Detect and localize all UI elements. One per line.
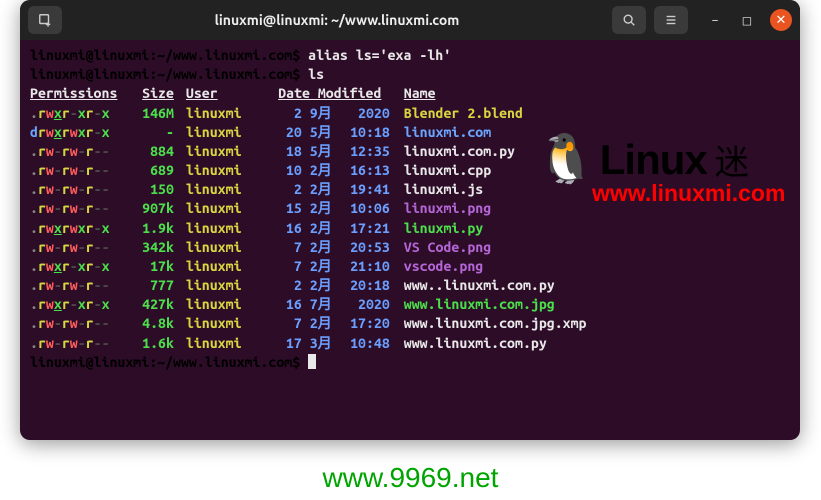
close-button[interactable]: ✕ bbox=[770, 9, 792, 31]
ls-row: .rw-rw-r-- 4.8k linuxmi 7 2月 17:20 www.l… bbox=[30, 314, 790, 333]
new-tab-button[interactable] bbox=[28, 6, 62, 34]
ls-row: .rwxr-xr-x 427k linuxmi 16 7月 2020 www.l… bbox=[30, 295, 790, 314]
maximize-button[interactable]: □ bbox=[738, 12, 756, 29]
minimize-button[interactable]: – bbox=[706, 12, 724, 28]
ls-row: .rw-rw-r-- 150 linuxmi 2 2月 19:41 linuxm… bbox=[30, 180, 790, 199]
ls-row: .rw-rw-r-- 777 linuxmi 2 2月 20:18 www..l… bbox=[30, 276, 790, 295]
window-title: linuxmi@linuxmi: ~/www.linuxmi.com bbox=[70, 12, 604, 28]
cursor bbox=[308, 354, 316, 369]
ls-row: .rw-rw-r-- 689 linuxmi 10 2月 16:13 linux… bbox=[30, 161, 790, 180]
prompt-line: linuxmi@linuxmi:~/www.linuxmi.com$ bbox=[30, 353, 790, 372]
ls-row: drwxrwxr-x - linuxmi 20 5月 10:18 linuxmi… bbox=[30, 123, 790, 142]
ls-row: .rw-rw-r-- 907k linuxmi 15 2月 10:06 linu… bbox=[30, 199, 790, 218]
ls-headers: Permissions Size User Date Modified Name bbox=[30, 84, 790, 103]
ls-row: .rw-rw-r-- 342k linuxmi 7 2月 20:53 VS Co… bbox=[30, 238, 790, 257]
footer-url: www.9969.net bbox=[0, 462, 821, 494]
titlebar: linuxmi@linuxmi: ~/www.linuxmi.com – □ ✕ bbox=[20, 0, 800, 40]
ls-row: .rw-rw-r-- 884 linuxmi 18 5月 12:35 linux… bbox=[30, 142, 790, 161]
ls-row: .rwxr-xr-x 17k linuxmi 7 2月 21:10 vscode… bbox=[30, 257, 790, 276]
terminal-window: linuxmi@linuxmi: ~/www.linuxmi.com – □ ✕… bbox=[20, 0, 800, 440]
search-button[interactable] bbox=[612, 6, 646, 34]
terminal-body[interactable]: linuxmi@linuxmi:~/www.linuxmi.com$ alias… bbox=[20, 40, 800, 378]
ls-row: .rwxrwxr-x 1.9k linuxmi 16 2月 17:21 linu… bbox=[30, 219, 790, 238]
prompt-line: linuxmi@linuxmi:~/www.linuxmi.com$ ls bbox=[30, 65, 790, 84]
prompt-line: linuxmi@linuxmi:~/www.linuxmi.com$ alias… bbox=[30, 46, 790, 65]
ls-row: .rwxr-xr-x 146M linuxmi 2 9月 2020 Blende… bbox=[30, 104, 790, 123]
ls-row: .rw-rw-r-- 1.6k linuxmi 17 3月 10:48 www.… bbox=[30, 334, 790, 353]
menu-button[interactable] bbox=[654, 6, 688, 34]
